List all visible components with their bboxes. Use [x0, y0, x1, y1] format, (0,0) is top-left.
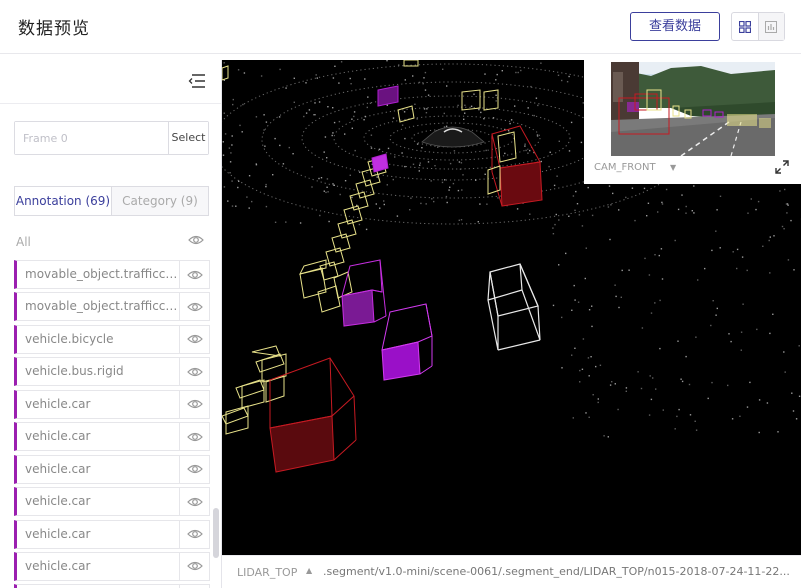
- annotation-label: vehicle.car: [25, 558, 91, 573]
- camera-panel: CAM_FRONT ▼: [584, 60, 801, 184]
- bottom-bar: LIDAR_TOP ▲ .segment/v1.0-mini/scene-006…: [222, 555, 801, 588]
- eye-icon: [186, 497, 203, 506]
- magenta-box-far: [371, 85, 399, 173]
- collapse-menu-icon[interactable]: [188, 73, 206, 89]
- eye-icon: [186, 432, 203, 441]
- visibility-toggle[interactable]: [179, 390, 209, 418]
- annotation-list-item[interactable]: vehicle.car: [14, 519, 210, 549]
- eye-icon: [186, 400, 203, 409]
- annotation-list-item[interactable]: vehicle.car: [14, 551, 210, 581]
- annotation-list-item[interactable]: vehicle.car: [14, 584, 210, 588]
- camera-select-label[interactable]: CAM_FRONT: [594, 162, 656, 173]
- frame-input[interactable]: [15, 122, 168, 154]
- visibility-toggle[interactable]: [179, 552, 209, 580]
- annotation-label: vehicle.bicycle: [25, 331, 114, 346]
- visibility-toggle[interactable]: [179, 325, 209, 353]
- annotation-label: vehicle.bus.rigid: [25, 364, 124, 379]
- annotation-label: movable_object.trafficcone: [25, 267, 179, 281]
- grid-view-icon: [738, 20, 751, 33]
- cone-boxes-low: [222, 345, 287, 435]
- annotation-list-item[interactable]: movable_object.trafficcone: [14, 292, 210, 322]
- annotation-label: vehicle.car: [25, 429, 91, 444]
- chart-view-button[interactable]: [757, 13, 784, 40]
- annotation-list-item[interactable]: vehicle.car: [14, 422, 210, 452]
- chart-view-icon: [765, 20, 778, 33]
- red-box-near: [269, 357, 357, 473]
- magenta-box-2: [381, 303, 433, 381]
- expand-icon[interactable]: [775, 160, 789, 174]
- select-button[interactable]: Select: [168, 122, 208, 154]
- chevron-down-icon[interactable]: ▼: [670, 163, 676, 172]
- annotation-label: movable_object.trafficcone: [25, 299, 179, 314]
- sidebar-toolbar: [0, 60, 221, 104]
- visibility-toggle[interactable]: [179, 358, 209, 386]
- eye-icon: [186, 529, 203, 539]
- sensor-select-label[interactable]: LIDAR_TOP: [237, 566, 297, 579]
- file-path: .segment/v1.0-mini/scene-0061/.segment_e…: [323, 565, 790, 578]
- visibility-toggle[interactable]: [179, 423, 209, 451]
- annotation-label: vehicle.car: [25, 396, 91, 411]
- annotation-list-item[interactable]: movable_object.trafficcone: [14, 260, 210, 289]
- tab-category[interactable]: Category (9): [112, 187, 208, 215]
- visibility-toggle[interactable]: [179, 261, 209, 288]
- eye-icon: [186, 367, 203, 376]
- eye-icon: [186, 270, 203, 279]
- annotation-list-item[interactable]: vehicle.bicycle: [14, 324, 210, 354]
- ego-vehicle: [421, 126, 485, 148]
- camera-image[interactable]: [611, 62, 775, 156]
- tab-annotation[interactable]: Annotation (69): [15, 187, 112, 215]
- view-data-button[interactable]: 查看数据: [630, 12, 720, 41]
- visibility-toggle[interactable]: [179, 455, 209, 483]
- sidebar-scrollbar[interactable]: [213, 508, 219, 558]
- annotation-list-item[interactable]: vehicle.bus.rigid: [14, 357, 210, 387]
- view-toggle: [731, 12, 785, 41]
- chevron-up-icon[interactable]: ▲: [306, 566, 312, 575]
- annotation-list: movable_object.trafficcone movable_object…: [14, 260, 210, 588]
- eye-icon: [186, 335, 203, 344]
- annotation-label: vehicle.car: [25, 526, 91, 541]
- annotation-list-item[interactable]: vehicle.car: [14, 454, 210, 484]
- cone-boxes-top: [319, 157, 387, 281]
- annotation-tabs: Annotation (69) Category (9): [14, 186, 209, 216]
- visibility-toggle[interactable]: [179, 520, 209, 548]
- all-row[interactable]: All: [16, 231, 208, 251]
- page-title: 数据预览: [18, 19, 90, 39]
- grid-view-button[interactable]: [732, 13, 758, 40]
- sidebar: Select Annotation (69) Category (9) All …: [0, 60, 222, 588]
- eye-icon[interactable]: [188, 234, 204, 246]
- frame-selector: Select: [14, 121, 209, 155]
- annotation-list-item[interactable]: vehicle.car: [14, 487, 210, 517]
- eye-icon: [186, 302, 203, 312]
- visibility-toggle[interactable]: [179, 293, 209, 321]
- visibility-toggle[interactable]: [179, 488, 209, 516]
- white-box: [487, 263, 541, 351]
- annotation-list-item[interactable]: vehicle.car: [14, 389, 210, 419]
- all-label: All: [16, 235, 31, 249]
- eye-icon: [186, 465, 203, 474]
- header: 数据预览 查看数据: [0, 0, 801, 54]
- annotation-label: vehicle.car: [25, 461, 91, 476]
- eye-icon: [186, 562, 203, 571]
- annotation-label: vehicle.car: [25, 494, 91, 509]
